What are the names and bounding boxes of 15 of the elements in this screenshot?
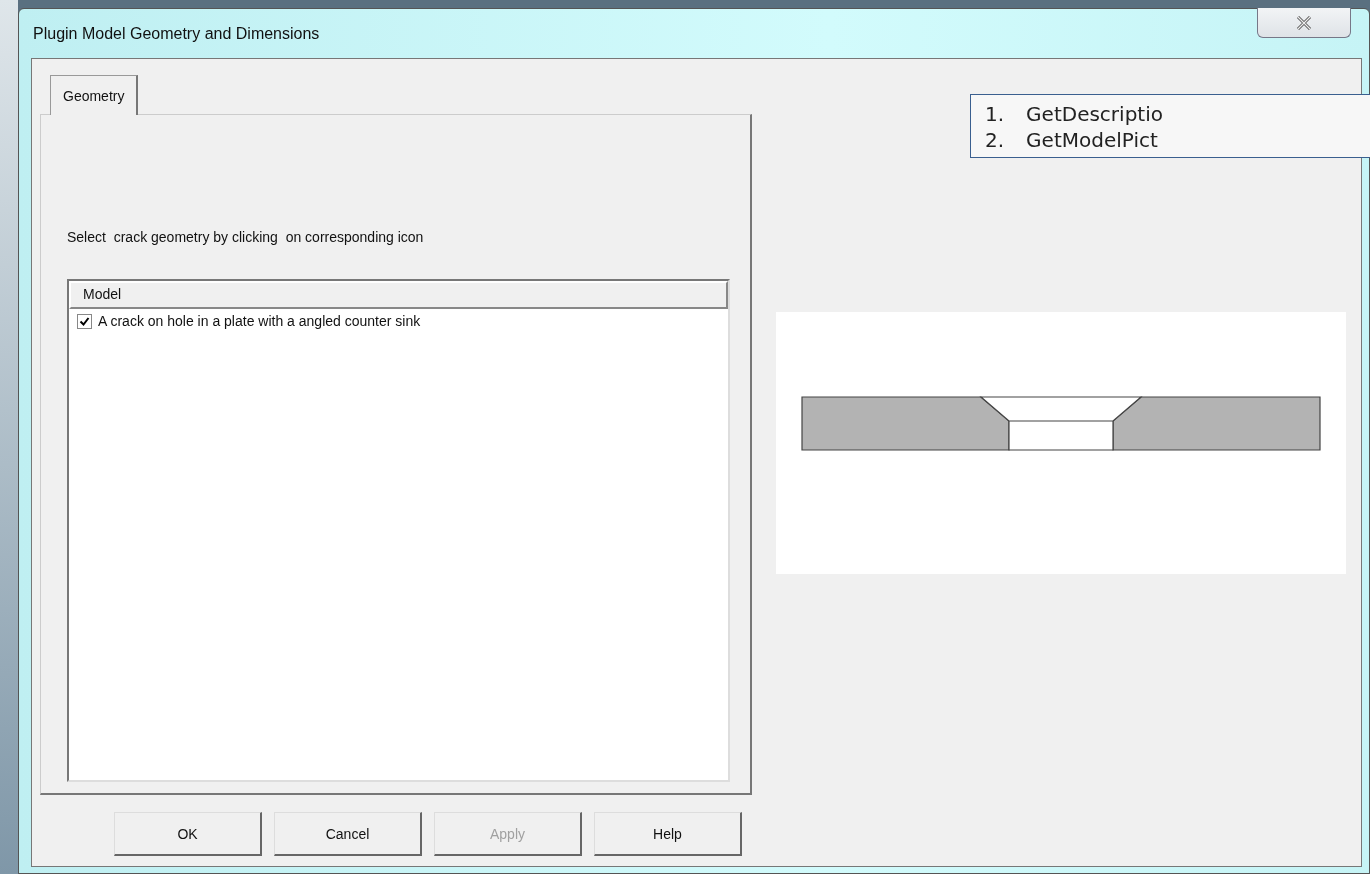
list-number: 1.: [985, 101, 1005, 127]
model-item[interactable]: A crack on hole in a plate with a angled counter sink: [98, 313, 421, 329]
dialog-button[interactable]: Help: [594, 812, 742, 856]
geometry-tab[interactable]: Geometry: [50, 75, 139, 115]
instruction-text: Select crack geometry by clicking on corresponding icon: [67, 229, 425, 245]
close-button[interactable]: [1257, 8, 1351, 38]
dialog-button[interactable]: Cancel: [274, 812, 422, 856]
close-icon: [1296, 15, 1312, 30]
dialog-button[interactable]: OK: [114, 812, 262, 856]
list-number: 2.: [985, 127, 1005, 153]
window-title: Plugin Model Geometry and Dimensions: [33, 24, 320, 43]
column-header[interactable]: Model: [69, 281, 728, 309]
annotation-text: GetDescriptio: [1026, 101, 1163, 127]
annotation-text: GetModelPict: [1026, 127, 1158, 153]
checkbox[interactable]: [77, 313, 92, 329]
